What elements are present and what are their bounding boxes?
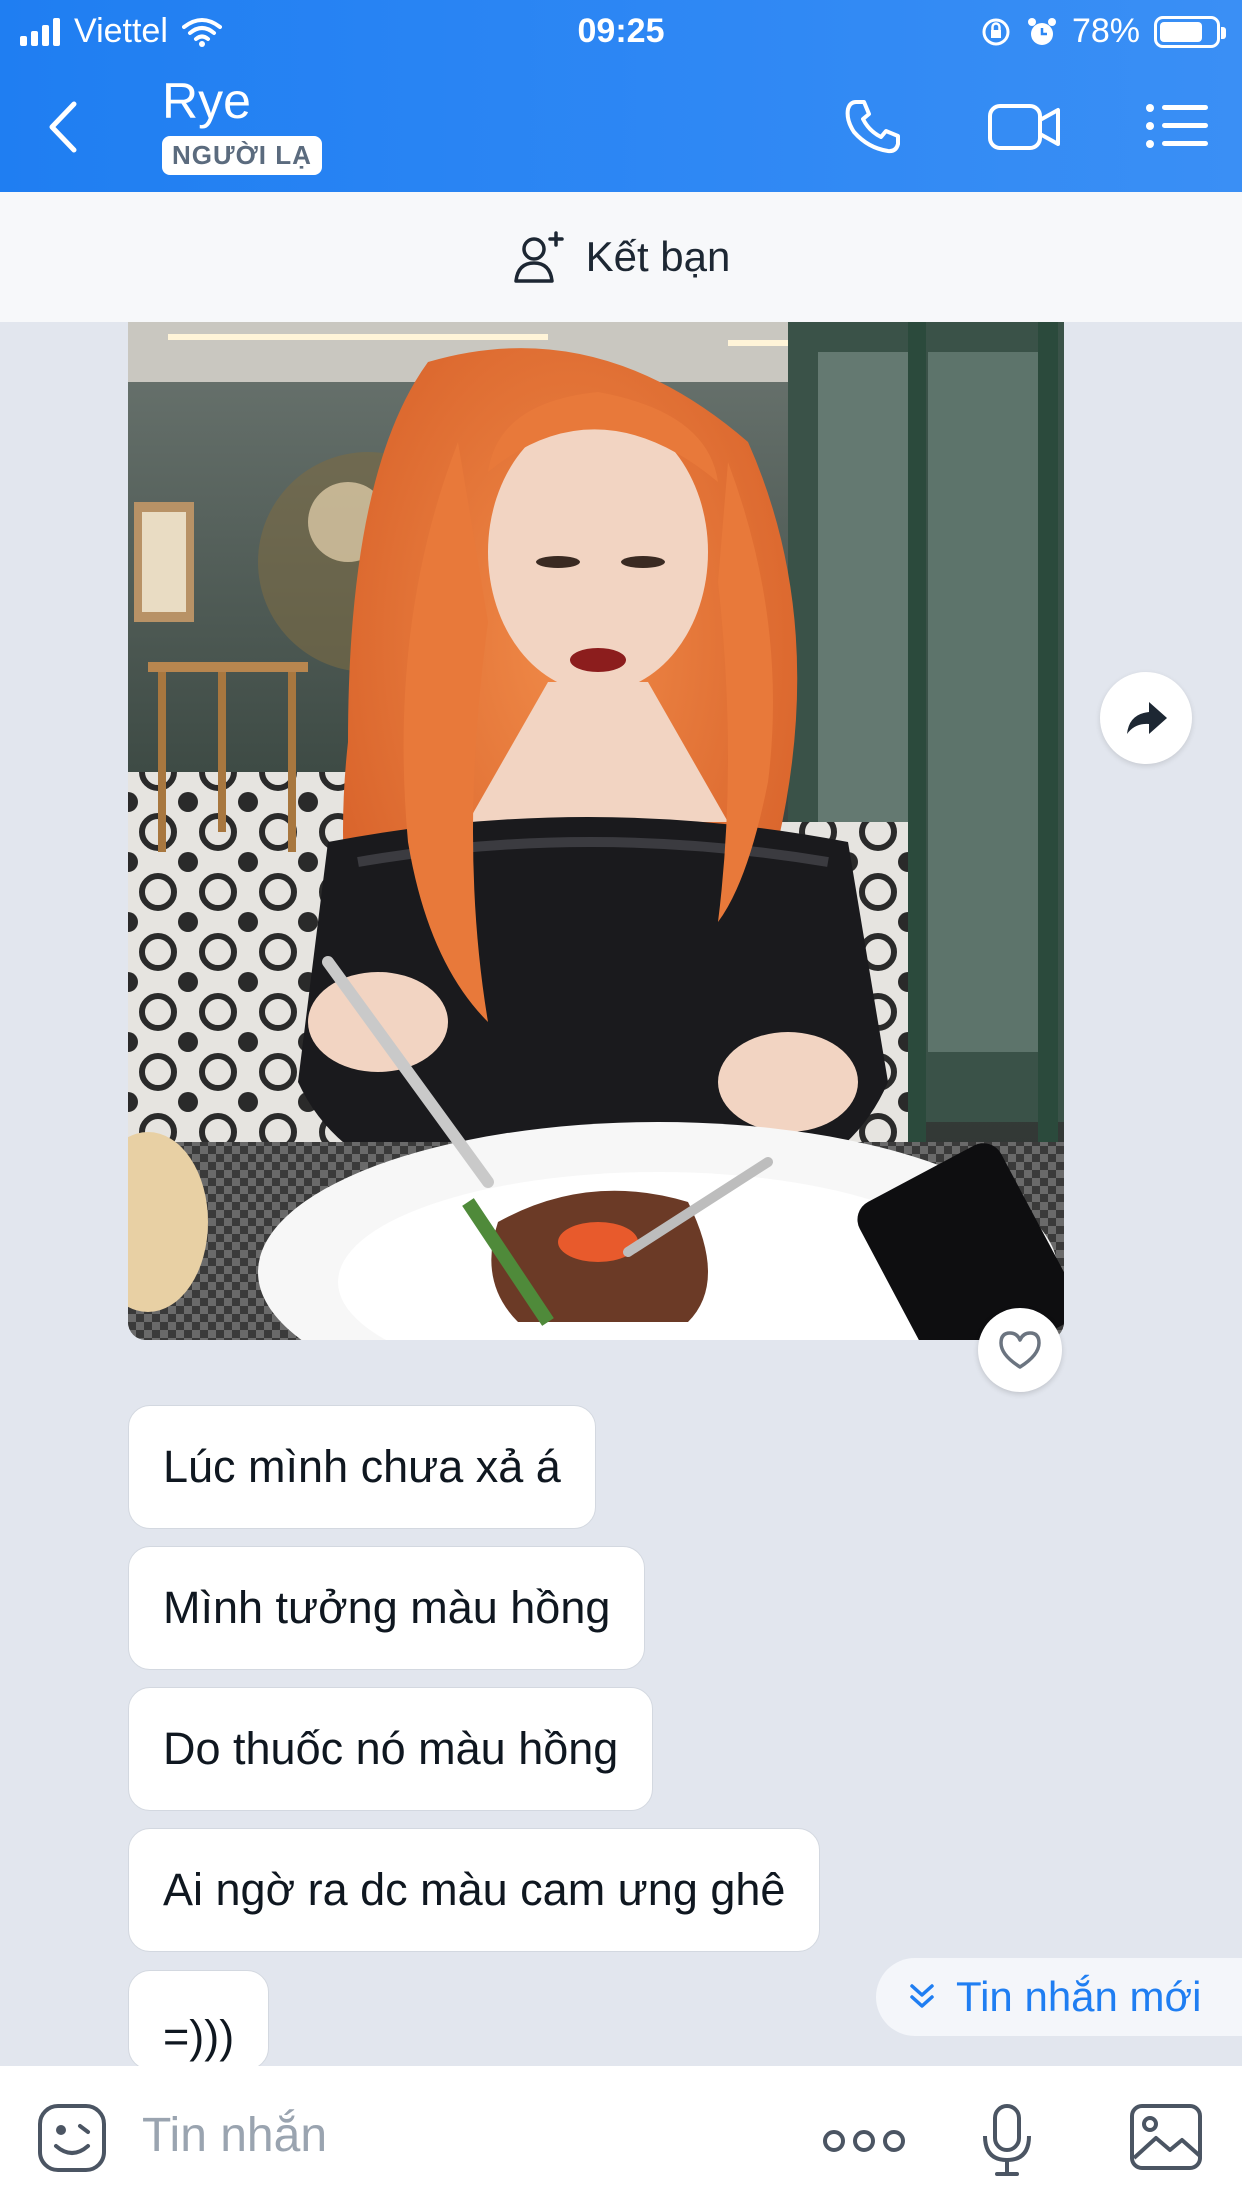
share-button[interactable] — [1100, 672, 1192, 764]
more-icon[interactable] — [822, 2126, 906, 2156]
message-input-bar: Tin nhắn — [0, 2066, 1242, 2208]
message-bubble[interactable]: Ai ngờ ra dc màu cam ưng ghê — [128, 1828, 821, 1952]
battery-percent: 78% — [1071, 12, 1140, 50]
battery-icon — [1154, 15, 1226, 48]
message-text: =))) — [163, 2011, 235, 2062]
double-chevron-down-icon — [910, 1984, 934, 2008]
new-message-label: Tin nhắn mới — [956, 1973, 1202, 2020]
add-friend-icon — [513, 231, 564, 283]
status-right: 78% — [980, 12, 1226, 51]
photo-message[interactable] — [128, 322, 1064, 1340]
back-icon[interactable] — [40, 92, 90, 162]
message-bubble[interactable]: Lúc mình chưa xả á — [128, 1405, 596, 1529]
message-bubble[interactable]: Mình tưởng màu hồng — [128, 1546, 646, 1670]
image-icon[interactable] — [1128, 2102, 1204, 2172]
video-call-icon[interactable] — [986, 96, 1062, 156]
heart-icon — [999, 1331, 1041, 1369]
add-friend-bar[interactable]: Kết bạn — [0, 192, 1242, 322]
contact-info[interactable]: Rye NGƯỜI LẠ — [162, 72, 322, 175]
message-input[interactable]: Tin nhắn — [142, 2108, 327, 2163]
message-text: Mình tưởng màu hồng — [163, 1582, 611, 1633]
sticker-icon[interactable] — [36, 2102, 108, 2174]
forward-arrow-icon — [1127, 702, 1167, 734]
message-text: Do thuốc nó màu hồng — [163, 1723, 619, 1774]
phone-icon[interactable] — [842, 96, 904, 156]
message-bubble[interactable]: Do thuốc nó màu hồng — [128, 1687, 654, 1811]
alarm-icon — [1027, 17, 1056, 45]
chat-header: Viettel 09:25 78% Rye NGƯỜI LẠ — [0, 0, 1242, 192]
microphone-icon[interactable] — [980, 2102, 1034, 2178]
contact-name: Rye — [162, 73, 251, 129]
message-bubble[interactable]: =))) — [128, 1970, 270, 2070]
new-message-button[interactable]: Tin nhắn mới — [876, 1958, 1242, 2036]
add-friend-label: Kết bạn — [585, 233, 731, 280]
rotation-lock-icon — [982, 18, 1010, 45]
status-bar: Viettel 09:25 78% — [0, 0, 1242, 62]
restaurant-photo — [128, 322, 1064, 1340]
react-button[interactable] — [978, 1308, 1062, 1392]
message-text: Ai ngờ ra dc màu cam ưng ghê — [163, 1864, 786, 1915]
message-text: Lúc mình chưa xả á — [163, 1441, 561, 1492]
stranger-badge: NGƯỜI LẠ — [162, 136, 322, 175]
menu-list-icon[interactable] — [1144, 96, 1210, 156]
